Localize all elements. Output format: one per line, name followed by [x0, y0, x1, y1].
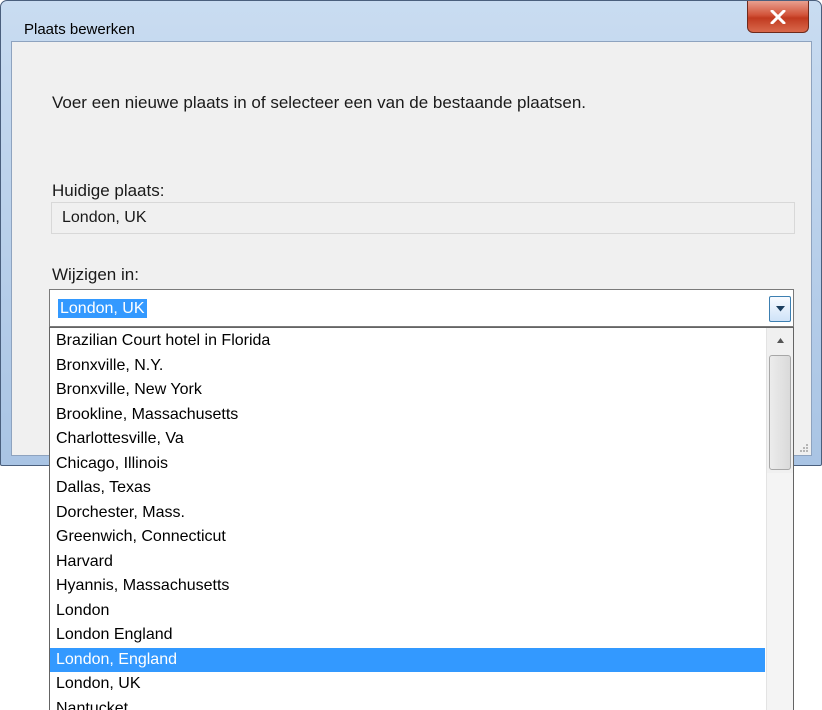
vertical-scrollbar[interactable] [766, 328, 793, 710]
title-bar[interactable]: Plaats bewerken [1, 1, 821, 41]
list-item[interactable]: London, England [50, 647, 765, 672]
window-title: Plaats bewerken [24, 21, 135, 38]
list-item[interactable]: Brookline, Massachusetts [50, 403, 765, 428]
list-item[interactable]: Bronxville, New York [50, 378, 765, 403]
scroll-thumb[interactable] [769, 355, 791, 470]
current-place-label: Huidige plaats: [52, 181, 165, 200]
list-item[interactable]: London [50, 599, 765, 624]
list-item[interactable]: London, UK [50, 672, 765, 697]
list-item[interactable]: Hyannis, Massachusetts [50, 574, 765, 599]
scroll-up-button[interactable] [767, 328, 793, 352]
list-item[interactable]: Greenwich, Connecticut [50, 525, 765, 550]
resize-grip-icon[interactable] [799, 443, 809, 453]
list-item[interactable]: London England [50, 623, 765, 648]
current-place-field: London, UK [51, 202, 795, 234]
list-item[interactable]: Harvard [50, 550, 765, 575]
combobox-value[interactable]: London, UK [58, 299, 147, 318]
chevron-down-icon [775, 306, 785, 312]
list-item[interactable]: Brazilian Court hotel in Florida [50, 329, 765, 354]
current-place-value: London, UK [62, 209, 147, 226]
place-list: Brazilian Court hotel in Florida Bronxvil… [50, 329, 765, 710]
change-to-label: Wijzigen in: [52, 265, 139, 284]
close-button[interactable] [747, 1, 809, 33]
chevron-up-icon [776, 337, 784, 343]
close-icon [770, 9, 786, 24]
scroll-track[interactable] [767, 473, 793, 710]
list-item[interactable]: Nantucket [50, 697, 765, 710]
dropdown-button[interactable] [769, 296, 791, 322]
list-item[interactable]: Dorchester, Mass. [50, 501, 765, 526]
list-item[interactable]: Dallas, Texas [50, 476, 765, 501]
list-item[interactable]: Chicago, Illinois [50, 452, 765, 477]
place-dropdown-list[interactable]: Brazilian Court hotel in Florida Bronxvil… [49, 327, 794, 710]
list-item[interactable]: Bronxville, N.Y. [50, 354, 765, 379]
list-item[interactable]: Charlottesville, Va [50, 427, 765, 452]
change-to-combobox[interactable]: London, UK [49, 289, 794, 327]
instruction-text: Voer een nieuwe plaats in of selecteer e… [52, 93, 586, 112]
